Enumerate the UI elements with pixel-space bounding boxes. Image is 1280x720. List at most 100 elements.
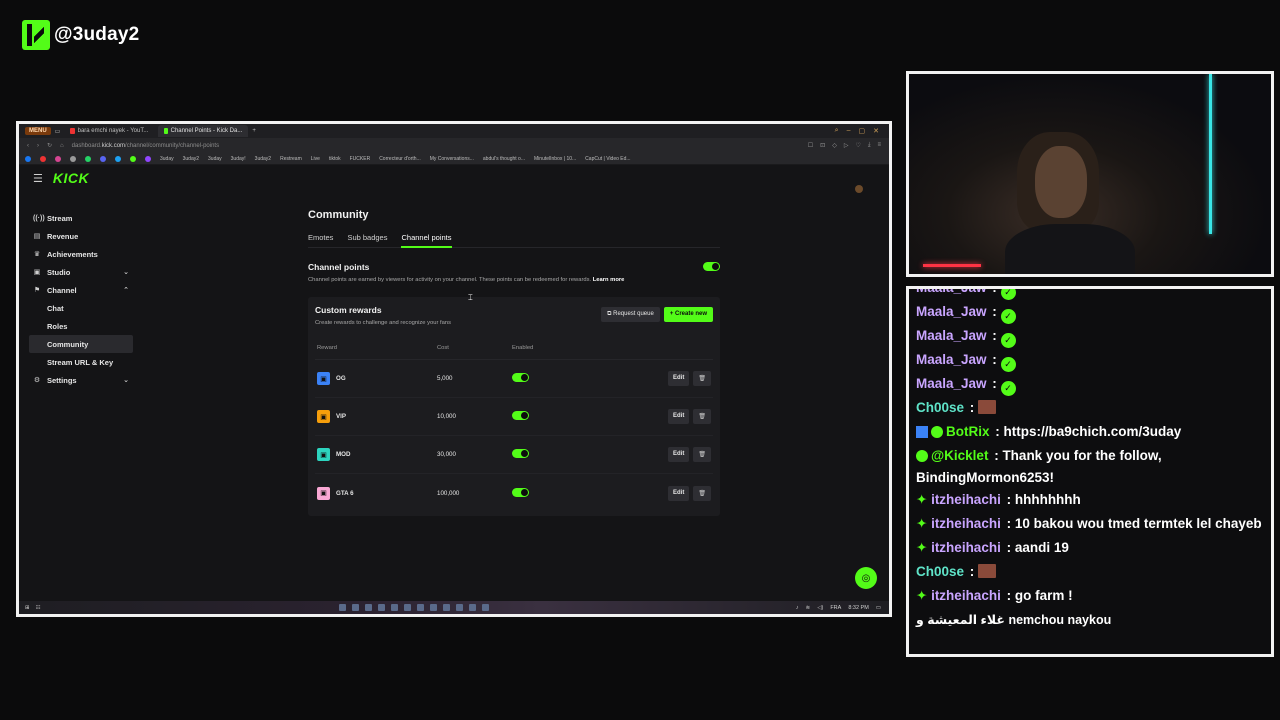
- bookmark-item[interactable]: FUCKER: [350, 156, 371, 162]
- trash-icon[interactable]: 🗑: [693, 485, 711, 501]
- taskbar-app-icon[interactable]: [339, 604, 346, 611]
- reward-enabled-toggle[interactable]: [512, 373, 529, 382]
- facebook-icon[interactable]: [25, 155, 31, 162]
- tab-channel-points[interactable]: Channel points: [401, 233, 452, 248]
- tab-youtube[interactable]: bara emchi nayek - YouT...: [64, 125, 154, 137]
- sidebar-item-stream[interactable]: ((·)) Stream: [29, 209, 133, 227]
- url-field[interactable]: dashboard.kick.com/channel/community/cha…: [72, 143, 219, 149]
- reward-actions: Edit 🗑: [668, 485, 711, 501]
- bookmark-item[interactable]: MinutelInbox | 10...: [534, 156, 576, 162]
- trash-icon[interactable]: 🗑: [693, 371, 711, 386]
- opera-menu-button[interactable]: MENU: [25, 127, 51, 135]
- trash-icon[interactable]: 🗑: [693, 409, 711, 424]
- close-icon[interactable]: ✕: [873, 127, 879, 135]
- reload-icon[interactable]: ↻: [47, 142, 52, 149]
- create-new-button[interactable]: + Create new: [663, 307, 713, 322]
- sidebar-item-achievements[interactable]: ♛ Achievements: [29, 245, 133, 263]
- maximize-icon[interactable]: ▢: [859, 127, 866, 135]
- taskbar-app-icon[interactable]: [352, 604, 359, 611]
- volume-icon[interactable]: ◁): [817, 605, 823, 611]
- tab-kick-dashboard[interactable]: Channel Points - Kick Da...: [158, 125, 249, 137]
- sidebar-item-settings[interactable]: ⚙ Settings ⌄: [29, 371, 133, 389]
- bookmark-item[interactable]: 3uday2: [255, 156, 271, 162]
- hamburger-menu-icon[interactable]: ☰: [33, 172, 43, 185]
- taskbar-app-icon[interactable]: [378, 604, 385, 611]
- reward-enabled-toggle[interactable]: [512, 411, 529, 420]
- new-tab-icon[interactable]: +: [252, 128, 256, 134]
- bookmark-item[interactable]: Live: [311, 156, 320, 162]
- twitch-icon[interactable]: [145, 155, 151, 162]
- wifi-icon[interactable]: ≋: [806, 605, 811, 611]
- edit-reward-button[interactable]: Edit: [668, 371, 690, 386]
- request-queue-button[interactable]: ⧉ Request queue: [601, 307, 660, 322]
- sidebar-item-revenue[interactable]: ▤ Revenue: [29, 227, 133, 245]
- edit-reward-button[interactable]: Edit: [668, 485, 690, 501]
- channel-points-toggle[interactable]: [703, 262, 720, 271]
- menu-icon[interactable]: ≡: [877, 142, 881, 149]
- learn-more-link[interactable]: Learn more: [593, 277, 625, 283]
- edit-reward-button[interactable]: Edit: [668, 447, 690, 462]
- chat-message: @Kicklet : Thank you for the follow, Bin…: [916, 444, 1265, 488]
- sidebar-subitem-chat[interactable]: Chat: [29, 299, 133, 317]
- help-button[interactable]: ◎: [855, 567, 877, 589]
- bookmark-item[interactable]: 3uday!: [231, 156, 246, 162]
- taskbar-app-icon[interactable]: [456, 604, 463, 611]
- pin-icon[interactable]: ⊡: [820, 142, 825, 149]
- bookmark-item[interactable]: abdul's thought o...: [483, 156, 525, 162]
- bookmark-item[interactable]: Restream: [280, 156, 302, 162]
- windows-start-icon[interactable]: ⊞: [25, 605, 30, 611]
- clock[interactable]: 8:32 PM: [848, 605, 868, 611]
- bookmark-item[interactable]: 3uday: [208, 156, 222, 162]
- reward-enabled-toggle[interactable]: [512, 487, 529, 497]
- download-icon[interactable]: ⤓: [868, 142, 871, 149]
- back-icon[interactable]: ‹: [27, 143, 29, 149]
- notifications-icon[interactable]: ▭: [876, 605, 881, 611]
- sidebar-subitem-stream-url-key[interactable]: Stream URL & Key: [29, 353, 133, 371]
- taskbar-app-icon[interactable]: [404, 604, 411, 611]
- microphone-icon[interactable]: ♪: [796, 605, 799, 611]
- taskbar-app-icon[interactable]: [430, 604, 437, 611]
- user-avatar[interactable]: [855, 185, 863, 193]
- tab-sub-badges[interactable]: Sub badges: [347, 233, 387, 242]
- youtube-icon[interactable]: [40, 155, 46, 162]
- keyboard-language[interactable]: FRA: [830, 605, 841, 611]
- bookmark-item[interactable]: CapCut | Video Ed...: [585, 156, 630, 162]
- kick-logo[interactable]: KICK: [53, 170, 89, 186]
- trash-icon[interactable]: 🗑: [693, 447, 711, 462]
- discord-icon[interactable]: [100, 155, 106, 162]
- bookmark-item[interactable]: 3uday2: [183, 156, 199, 162]
- bookmark-item[interactable]: 3uday: [160, 156, 174, 162]
- twitter-icon[interactable]: [115, 155, 121, 162]
- play-icon[interactable]: ▷: [844, 142, 849, 149]
- taskbar-app-icon[interactable]: [365, 604, 372, 611]
- sidebar-subitem-community[interactable]: Community: [29, 335, 133, 353]
- whatsapp-icon[interactable]: [85, 155, 91, 162]
- bookmark-item[interactable]: tiktok: [329, 156, 341, 162]
- tab-emotes[interactable]: Emotes: [308, 233, 333, 242]
- task-view-icon[interactable]: ☷: [36, 605, 41, 611]
- sidebar-item-studio[interactable]: ▣ Studio ⌄: [29, 263, 133, 281]
- shield-icon[interactable]: ◇: [832, 142, 837, 149]
- taskbar-app-icon[interactable]: [443, 604, 450, 611]
- kick-icon[interactable]: [130, 155, 136, 162]
- taskbar-app-icon[interactable]: [482, 604, 489, 611]
- taskbar-app-icon[interactable]: [417, 604, 424, 611]
- kick-favicon-icon: [164, 128, 168, 134]
- bookmark-item[interactable]: My Conversations...: [430, 156, 474, 162]
- taskbar-app-icon[interactable]: [391, 604, 398, 611]
- gear-icon[interactable]: [70, 155, 76, 162]
- edit-reward-button[interactable]: Edit: [668, 409, 690, 424]
- search-icon[interactable]: ⌕: [835, 127, 839, 135]
- forward-icon[interactable]: ›: [37, 143, 39, 149]
- home-icon[interactable]: ⌂: [60, 143, 64, 149]
- sidebar-subitem-roles[interactable]: Roles: [29, 317, 133, 335]
- reward-enabled-toggle[interactable]: [512, 449, 529, 458]
- instagram-icon[interactable]: [55, 155, 61, 162]
- heart-icon[interactable]: ♡: [855, 142, 860, 149]
- sidebar-item-channel[interactable]: ⚑ Channel ⌃: [29, 281, 133, 299]
- tab-list-icon[interactable]: ▭: [55, 128, 61, 135]
- minimize-icon[interactable]: –: [847, 127, 851, 135]
- taskbar-app-icon[interactable]: [469, 604, 476, 611]
- bookmark-item[interactable]: Correcteur d'orth...: [379, 156, 421, 162]
- bookmark-icon[interactable]: ☐: [808, 142, 813, 149]
